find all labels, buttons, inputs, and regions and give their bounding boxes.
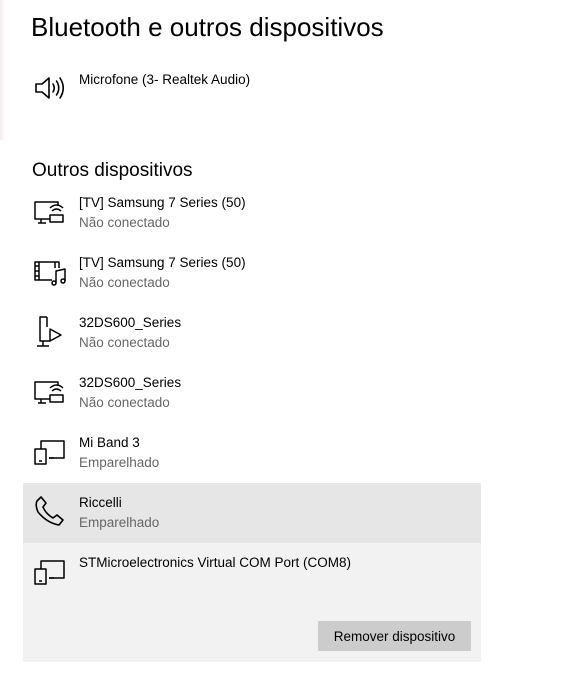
device-item[interactable]: [TV] Samsung 7 Series (50) Não conectado	[23, 183, 481, 243]
device-item[interactable]: 32DS600_Series Não conectado	[23, 303, 481, 363]
display-wireless-icon	[32, 373, 68, 409]
device-name: STMicroelectronics Virtual COM Port (COM…	[79, 555, 352, 570]
device-name: Microfone (3- Realtek Audio)	[79, 72, 251, 87]
device-status: Não conectado	[79, 275, 170, 290]
display-wireless-icon	[32, 193, 68, 229]
device-item[interactable]: 32DS600_Series Não conectado	[23, 363, 481, 423]
device-status: Não conectado	[79, 335, 170, 350]
device-name: 32DS600_Series	[79, 375, 182, 390]
device-name: 32DS600_Series	[79, 315, 182, 330]
device-item[interactable]: [TV] Samsung 7 Series (50) Não conectado	[23, 243, 481, 303]
device-item[interactable]: Mi Band 3 Emparelhado	[23, 423, 481, 483]
section-title-other-devices: Outros dispositivos	[32, 160, 193, 181]
remove-device-button[interactable]: Remover dispositivo	[318, 621, 471, 651]
device-name: [TV] Samsung 7 Series (50)	[79, 195, 246, 210]
device-name: Riccelli	[79, 495, 122, 510]
device-status: Não conectado	[79, 395, 170, 410]
device-name: Mi Band 3	[79, 435, 140, 450]
device-item-selected[interactable]: STMicroelectronics Virtual COM Port (COM…	[23, 543, 481, 662]
audio-device-item[interactable]: Microfone (3- Realtek Audio)	[23, 60, 481, 120]
window-edge	[0, 0, 6, 140]
device-status: Não conectado	[79, 215, 170, 230]
device-status: Emparelhado	[79, 515, 160, 530]
media-stream-icon	[32, 313, 68, 349]
generic-device-icon	[32, 433, 68, 469]
media-device-icon	[32, 253, 68, 289]
generic-device-icon	[32, 553, 68, 589]
speaker-icon	[32, 70, 68, 106]
device-name: [TV] Samsung 7 Series (50)	[79, 255, 246, 270]
device-status: Emparelhado	[79, 455, 160, 470]
device-item[interactable]: Riccelli Emparelhado	[23, 483, 481, 543]
phone-icon	[32, 493, 68, 529]
page-title: Bluetooth e outros dispositivos	[31, 12, 384, 42]
